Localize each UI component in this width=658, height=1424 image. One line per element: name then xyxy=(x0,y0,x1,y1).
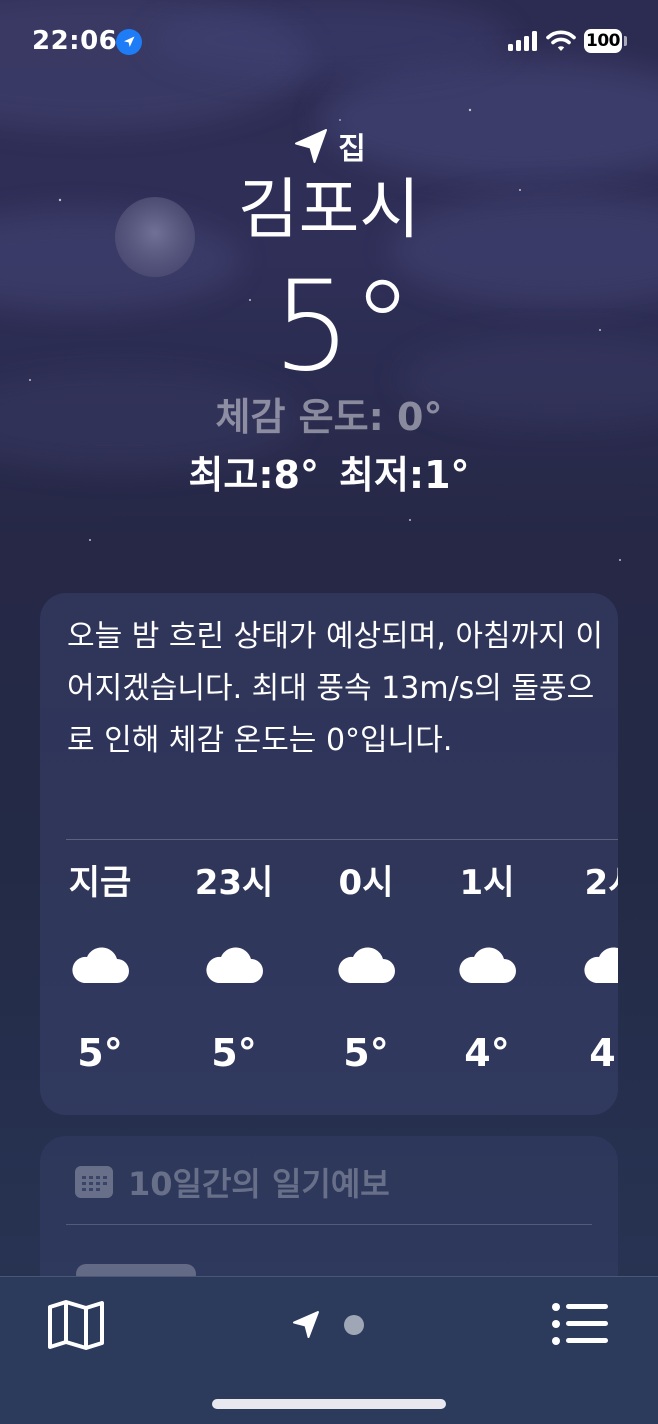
battery-indicator: 100 xyxy=(584,29,622,53)
hour-temperature: 4° xyxy=(589,1031,618,1075)
high-temperature: 최고:8° xyxy=(188,453,319,497)
hourly-forecast-list[interactable]: 지금 5° 23시 5° 0시 5° 1시 4° 2 4 xyxy=(40,851,618,1091)
cloud-icon xyxy=(338,947,395,983)
hour-label: 1시 xyxy=(459,863,515,903)
low-temperature: 최저:1° xyxy=(339,453,470,497)
cloud-icon xyxy=(72,947,129,983)
bottom-toolbar xyxy=(0,1276,658,1424)
hour-temperature: 4° xyxy=(464,1031,510,1075)
hour-item: 23시 5° xyxy=(174,851,294,1091)
cloud-icon xyxy=(206,947,263,983)
battery-cap xyxy=(624,36,627,46)
wifi-icon xyxy=(546,30,576,51)
status-bar: 22:06 100 xyxy=(0,0,658,84)
location-arrow-icon xyxy=(295,129,328,163)
feels-like-temperature: 체감 온도: 0° xyxy=(215,395,443,439)
hour-temperature: 5° xyxy=(211,1031,257,1075)
ten-day-title: 10일간의 일기예보 xyxy=(128,1165,390,1203)
cellular-signal-icon xyxy=(508,31,537,51)
hour-item: 0시 5° xyxy=(306,851,426,1091)
hour-label: 0시 xyxy=(338,863,394,903)
home-indicator[interactable] xyxy=(212,1399,446,1409)
high-low-temperature: 최고:8° 최저:1° xyxy=(0,450,658,500)
cloud-icon xyxy=(459,947,516,983)
hour-temperature: 5° xyxy=(343,1031,389,1075)
hour-temperature: 5° xyxy=(77,1031,123,1075)
status-time: 22:06 xyxy=(32,26,118,56)
divider xyxy=(66,1224,592,1225)
city-name: 김포시 xyxy=(237,171,421,248)
hour-item: 1시 4° xyxy=(427,851,547,1091)
hour-label: 2시 xyxy=(584,863,618,903)
battery-level: 100 xyxy=(586,31,621,51)
calendar-icon xyxy=(75,1166,113,1198)
hourly-forecast-card[interactable]: 오늘 밤 흐린 상태가 예상되며, 아침까지 이어지겠습니다. 최대 풍속 13… xyxy=(40,593,618,1115)
map-icon[interactable] xyxy=(46,1299,106,1351)
cloud-icon xyxy=(584,947,618,983)
hour-label: 23시 xyxy=(194,863,274,903)
location-label: 집 xyxy=(338,132,366,167)
weather-screen: 22:06 100 집 김포시 5° 체감 온도: 0° 최고:8° 최저:1°… xyxy=(0,0,658,1424)
forecast-summary: 오늘 밤 흐린 상태가 예상되며, 아침까지 이어지겠습니다. 최대 풍속 13… xyxy=(67,619,603,758)
current-temperature: 5° xyxy=(272,255,414,399)
hour-item: 2시 4° xyxy=(552,851,618,1091)
hour-item: 지금 5° xyxy=(40,851,160,1091)
page-dot[interactable] xyxy=(344,1315,364,1335)
list-icon[interactable] xyxy=(550,1301,610,1347)
location-arrow-icon xyxy=(293,1311,319,1338)
location-header: 집 xyxy=(0,124,658,168)
ten-day-header: 10일간의 일기예보 xyxy=(74,1160,390,1204)
page-indicator[interactable] xyxy=(290,1307,370,1347)
location-services-icon xyxy=(116,29,142,55)
hour-label: 지금 xyxy=(68,863,132,903)
divider xyxy=(66,839,618,840)
